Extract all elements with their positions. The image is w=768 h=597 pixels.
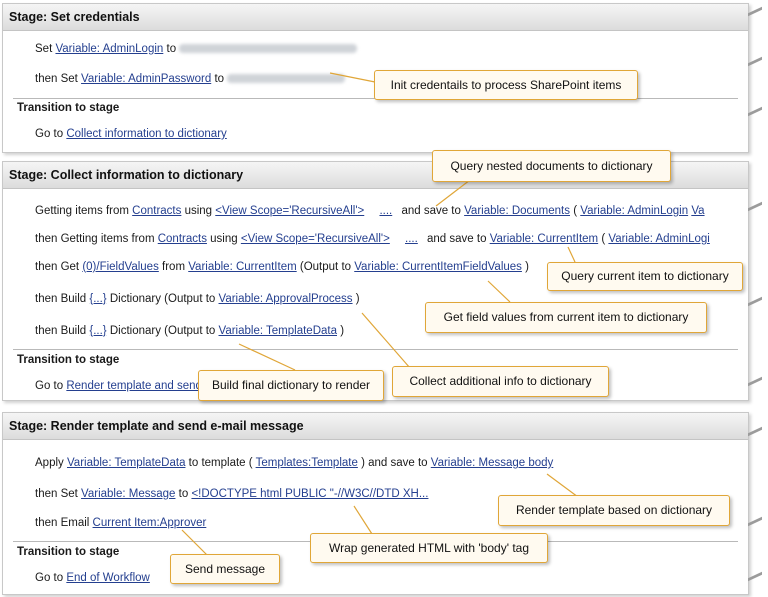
action-text: then Get — [35, 261, 80, 273]
action-text: then Build — [35, 325, 87, 337]
truncated-link[interactable]: Va — [691, 205, 704, 217]
variable-documents-link[interactable]: Variable: Documents — [464, 205, 570, 217]
apply-template-row: Apply Variable: TemplateData to template… — [35, 457, 553, 469]
to-text: to — [166, 43, 177, 55]
action-text: then Build — [35, 293, 87, 305]
separator — [13, 349, 738, 350]
callout-field-values: Get field values from current item to di… — [425, 302, 707, 333]
save-text: ) and save to — [361, 457, 428, 469]
callout-build-final: Build final dictionary to render — [198, 370, 384, 401]
contracts-list-link[interactable]: Contracts — [158, 233, 207, 245]
transition-heading: Transition to stage — [17, 546, 120, 558]
to-text: to — [178, 488, 189, 500]
output-text: Dictionary (Output to — [109, 325, 216, 337]
save-text: and save to — [427, 233, 487, 245]
variable-current-item-field-values-link[interactable]: Variable: CurrentItemFieldValues — [354, 261, 522, 273]
torn-edge — [748, 296, 762, 307]
callout-render-template: Render template based on dictionary — [498, 495, 730, 526]
approver-link[interactable]: Current Item:Approver — [93, 517, 207, 529]
variable-message-body-link[interactable]: Variable: Message body — [431, 457, 554, 469]
goto-end-link[interactable]: End of Workflow — [66, 572, 150, 584]
variable-template-data-link[interactable]: Variable: TemplateData — [67, 457, 185, 469]
output-text: Dictionary (Output to — [109, 293, 216, 305]
variable-admin-login-link[interactable]: Variable: AdminLogin — [580, 205, 688, 217]
paren-text: ) — [340, 325, 345, 337]
action-text: Set — [35, 43, 53, 55]
query-ellipsis[interactable]: .... — [405, 233, 418, 245]
variable-message-link[interactable]: Variable: Message — [81, 488, 175, 500]
callout-query-current: Query current item to dictionary — [547, 262, 743, 291]
goto-text: Go to — [35, 380, 64, 392]
variable-admin-login-link[interactable]: Variable: AdminLogi — [608, 233, 709, 245]
action-text: Getting items from — [35, 205, 129, 217]
variable-admin-password-link[interactable]: Variable: AdminPassword — [81, 73, 211, 85]
template-link[interactable]: Templates:Template — [256, 457, 358, 469]
paren-text: ( — [601, 233, 606, 245]
output-text: (Output to — [299, 261, 352, 273]
to-text: to — [214, 73, 225, 85]
using-text: using — [184, 205, 213, 217]
paren-text: ) — [355, 293, 360, 305]
torn-edge — [748, 56, 762, 67]
variable-admin-login-link[interactable]: Variable: AdminLogin — [55, 43, 163, 55]
goto-row: Go to End of Workflow — [35, 572, 150, 584]
callout-wrap-html: Wrap generated HTML with 'body' tag — [310, 533, 548, 563]
query-link[interactable]: <View Scope='RecursiveAll'> — [215, 205, 364, 217]
build-template-data-row: then Build {...} Dictionary (Output to V… — [35, 325, 344, 337]
action-text: then Getting items from — [35, 233, 155, 245]
callout-send-message: Send message — [170, 554, 280, 584]
build-approval-process-row: then Build {...} Dictionary (Output to V… — [35, 293, 360, 305]
callout-init-credentials: Init credentails to process SharePoint i… — [374, 70, 638, 100]
template-text: to template ( — [188, 457, 253, 469]
email-row: then Email Current Item:Approver — [35, 517, 206, 529]
save-text: and save to — [401, 205, 461, 217]
query-ellipsis[interactable]: .... — [379, 205, 392, 217]
transition-heading: Transition to stage — [17, 102, 120, 114]
get-field-values-row: then Get (0)/FieldValues from Variable: … — [35, 261, 529, 273]
variable-current-item-link[interactable]: Variable: CurrentItem — [188, 261, 296, 273]
variable-template-data-link[interactable]: Variable: TemplateData — [219, 325, 337, 337]
set-admin-login-row: Set Variable: AdminLogin to — [35, 43, 358, 55]
stage-header[interactable]: Stage: Set credentials — [3, 4, 748, 31]
using-text: using — [210, 233, 238, 245]
contracts-list-link[interactable]: Contracts — [132, 205, 181, 217]
set-message-row: then Set Variable: Message to <!DOCTYPE … — [35, 488, 428, 500]
action-text: then Set — [35, 488, 78, 500]
goto-collect-info-link[interactable]: Collect information to dictionary — [66, 128, 226, 140]
paren-text: ( — [573, 205, 578, 217]
action-text: Apply — [35, 457, 64, 469]
action-text: then Email — [35, 517, 90, 529]
dictionary-link[interactable]: {...} — [89, 325, 106, 337]
stage-header[interactable]: Stage: Render template and send e-mail m… — [3, 413, 748, 440]
torn-edge — [748, 201, 762, 212]
html-value-link[interactable]: <!DOCTYPE html PUBLIC "-//W3C//DTD XH... — [191, 488, 428, 500]
goto-text: Go to — [35, 572, 64, 584]
goto-row: Go to Render template and send — [35, 380, 202, 392]
blurred-value — [227, 74, 346, 84]
dictionary-link[interactable]: {...} — [89, 293, 106, 305]
torn-edge — [748, 106, 762, 117]
callout-collect-additional: Collect additional info to dictionary — [392, 366, 609, 397]
torn-edge — [748, 6, 762, 17]
torn-edge — [748, 376, 762, 387]
goto-text: Go to — [35, 128, 64, 140]
blurred-value — [179, 44, 358, 54]
variable-current-item-link[interactable]: Variable: CurrentItem — [490, 233, 598, 245]
query-link[interactable]: <View Scope='RecursiveAll'> — [241, 233, 390, 245]
variable-approval-process-link[interactable]: Variable: ApprovalProcess — [219, 293, 353, 305]
set-admin-password-row: then Set Variable: AdminPassword to — [35, 73, 346, 85]
transition-heading: Transition to stage — [17, 354, 120, 366]
from-text: from — [162, 261, 186, 273]
goto-row: Go to Collect information to dictionary — [35, 128, 227, 140]
get-current-item-row: then Getting items from Contracts using … — [35, 233, 710, 245]
action-text: then Set — [35, 73, 78, 85]
torn-edge — [748, 516, 762, 527]
paren-text: ) — [525, 261, 529, 273]
get-documents-row: Getting items from Contracts using <View… — [35, 205, 705, 217]
field-values-link[interactable]: (0)/FieldValues — [82, 261, 159, 273]
torn-edge — [748, 571, 762, 582]
goto-render-template-link[interactable]: Render template and send — [66, 380, 202, 392]
torn-edge — [748, 426, 762, 437]
callout-query-nested: Query nested documents to dictionary — [432, 150, 671, 182]
